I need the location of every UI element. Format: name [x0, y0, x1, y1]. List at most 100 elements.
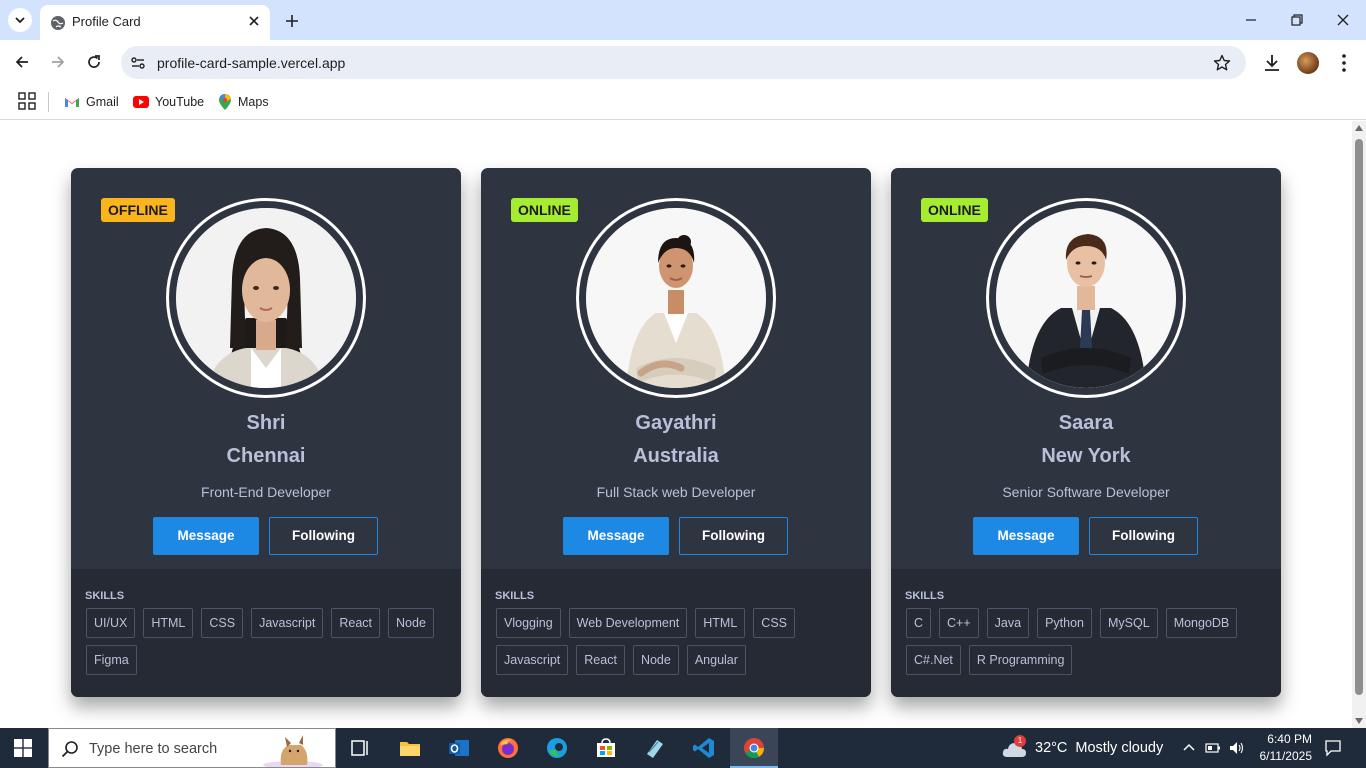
outlook-icon[interactable] [447, 736, 471, 760]
profile-location: Chennai [226, 445, 306, 467]
vscode-icon[interactable] [692, 736, 716, 760]
apps-grid-icon[interactable] [18, 92, 36, 110]
bookmark-label: YouTube [155, 95, 205, 109]
skill-chip: Javascript [251, 608, 324, 638]
profile-name: Saara [1058, 412, 1114, 434]
following-button[interactable]: Following [269, 517, 378, 555]
scrollbar-thumb[interactable] [1355, 139, 1363, 695]
forward-arrow-icon[interactable] [48, 52, 68, 72]
skill-chip: React [331, 608, 381, 638]
profile-location: Australia [633, 445, 719, 467]
weather-temp: 32°C [1035, 740, 1068, 756]
url-text: profile-card-sample.vercel.app [157, 55, 346, 71]
skills-list: Vlogging Web Development HTML CSS Javasc… [496, 608, 856, 675]
bookmarks-bar: Gmail YouTube Maps [0, 84, 1366, 120]
battery-icon[interactable] [1205, 740, 1221, 756]
reload-icon[interactable] [84, 52, 104, 72]
skills-title: SKILLS [85, 590, 125, 602]
bookmark-label: Maps [238, 95, 269, 109]
chevron-up-icon[interactable] [1181, 740, 1197, 756]
profile-photo [586, 208, 766, 388]
restore-icon[interactable] [1287, 10, 1307, 30]
browser-tab-strip: Profile Card [0, 0, 1366, 40]
clock-date: 6/11/2025 [1259, 749, 1313, 763]
windows-start-icon[interactable] [14, 739, 32, 757]
skill-chip: Python [1037, 608, 1092, 638]
skill-chip: React [576, 645, 625, 675]
weather-widget[interactable]: 1 32°C Mostly cloudy [1001, 735, 1164, 759]
weather-text: Mostly cloudy [1075, 740, 1164, 756]
firefox-icon[interactable] [496, 736, 520, 760]
notepad-icon[interactable] [643, 736, 667, 760]
skills-list: UI/UX HTML CSS Javascript React Node Fig… [86, 608, 446, 675]
chrome-taskbar-button[interactable] [730, 728, 778, 768]
browser-toolbar: profile-card-sample.vercel.app [0, 40, 1366, 84]
profile-role: Front-End Developer [201, 484, 331, 500]
bookmark-gmail[interactable]: Gmail [64, 92, 119, 112]
volume-icon[interactable] [1228, 740, 1244, 756]
notification-center-icon[interactable] [1324, 739, 1342, 757]
avatar [166, 198, 366, 398]
message-button[interactable]: Message [563, 517, 669, 555]
skill-chip: Angular [686, 645, 746, 675]
close-window-icon[interactable] [1333, 10, 1353, 30]
skill-chip: Web Development [568, 608, 688, 638]
edge-icon[interactable] [545, 736, 569, 760]
bookmark-label: Gmail [86, 95, 119, 109]
vertical-scrollbar[interactable] [1352, 121, 1366, 728]
profile-location: New York [1041, 445, 1131, 467]
skill-chip: MongoDB [1165, 608, 1238, 638]
message-button[interactable]: Message [153, 517, 259, 555]
man-portrait-image [996, 208, 1176, 388]
profile-role: Full Stack web Developer [596, 484, 756, 500]
profile-photo [176, 208, 356, 388]
lynx-illustration-icon [263, 735, 323, 767]
woman-portrait-image [586, 208, 766, 388]
skill-chip: CSS [201, 608, 244, 638]
status-badge: ONLINE [921, 198, 988, 222]
bookmark-maps[interactable]: Maps [218, 92, 269, 112]
tab-title: Profile Card [72, 14, 141, 29]
skills-section: SKILLS Vlogging Web Development HTML CSS… [481, 569, 871, 697]
scroll-up-arrow-icon[interactable] [1355, 125, 1363, 131]
task-view-icon[interactable] [348, 736, 372, 760]
scroll-down-arrow-icon[interactable] [1355, 718, 1363, 724]
store-icon[interactable] [594, 736, 618, 760]
following-button[interactable]: Following [1089, 517, 1198, 555]
status-badge: ONLINE [511, 198, 578, 222]
download-icon[interactable] [1261, 52, 1283, 74]
message-button[interactable]: Message [973, 517, 1079, 555]
system-clock[interactable]: 6:40 PM 6/11/2025 [1248, 731, 1313, 765]
clock-time: 6:40 PM [1267, 732, 1312, 746]
tab-search-button[interactable] [8, 8, 32, 32]
skill-chip: C#.Net [906, 645, 961, 675]
tab-profile-card[interactable]: Profile Card [40, 5, 270, 40]
globe-icon [51, 16, 65, 30]
site-settings-icon[interactable] [129, 54, 147, 72]
woman-portrait-image [176, 208, 356, 388]
close-icon[interactable] [246, 13, 262, 29]
profile-name: Shri [246, 412, 286, 434]
profile-avatar[interactable] [1297, 52, 1319, 74]
status-badge: OFFLINE [101, 198, 175, 222]
skill-chip: Figma [86, 645, 137, 675]
back-arrow-icon[interactable] [12, 52, 32, 72]
cloud-icon: 1 [1001, 735, 1027, 759]
weather-alert-badge: 1 [1014, 735, 1026, 747]
skills-list: C C++ Java Python MySQL MongoDB C#.Net R… [906, 608, 1266, 675]
taskbar-search-box[interactable]: Type here to search [48, 728, 336, 768]
skill-chip: C [906, 608, 932, 638]
bookmark-star-icon[interactable] [1212, 53, 1232, 73]
skill-chip: Javascript [496, 645, 569, 675]
bookmark-youtube[interactable]: YouTube [133, 92, 204, 112]
minimize-icon[interactable] [1241, 10, 1261, 30]
skill-chip: Node [632, 645, 679, 675]
skill-chip: R Programming [968, 645, 1073, 675]
avatar [986, 198, 1186, 398]
address-bar[interactable]: profile-card-sample.vercel.app [121, 46, 1246, 79]
skill-chip: UI/UX [86, 608, 136, 638]
file-explorer-icon[interactable] [398, 736, 422, 760]
more-options-icon[interactable] [1334, 52, 1354, 74]
following-button[interactable]: Following [679, 517, 788, 555]
new-tab-icon[interactable] [282, 11, 302, 31]
